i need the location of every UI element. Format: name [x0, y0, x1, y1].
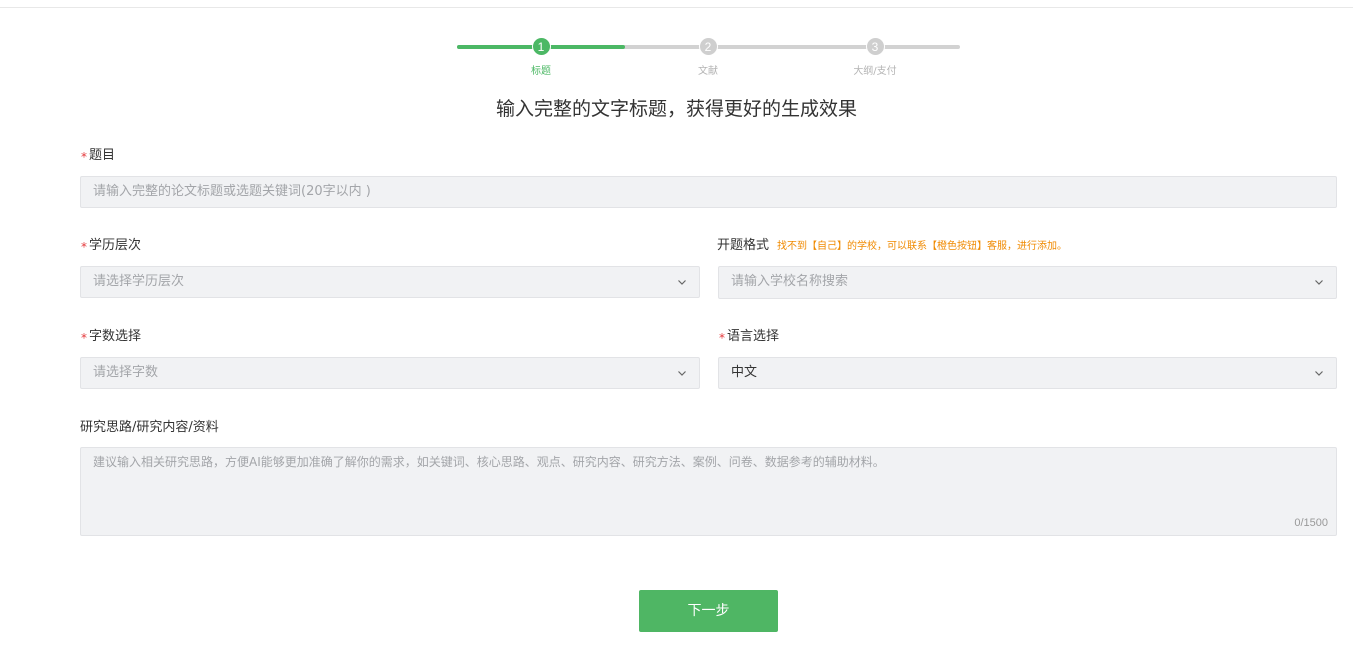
required-mark: * — [719, 331, 725, 345]
language-select-value: 中文 — [731, 365, 758, 380]
format-note: 找不到【自己】的学校，可以联系【橙色按钮】客服，进行添加。 — [777, 241, 1068, 252]
education-label-text: 学历层次 — [89, 238, 142, 253]
research-placeholder: 建议输入相关研究思路，方便AI能够更加准确了解你的需求，如关键词、核心思路、观点… — [93, 455, 885, 469]
word-count-label-text: 字数选择 — [89, 329, 142, 344]
education-select[interactable]: 请选择学历层次 — [80, 266, 700, 298]
next-step-button[interactable]: 下一步 — [639, 590, 778, 632]
word-count-label: * 字数选择 — [81, 325, 142, 345]
step-2: 2 文献 — [668, 37, 748, 77]
title-label: * 题目 — [81, 144, 116, 164]
format-label-text: 开题格式 — [717, 238, 770, 253]
word-count-placeholder: 请选择字数 — [93, 365, 159, 380]
step-progress: 1 标题 2 文献 3 大纲/支付 — [457, 37, 960, 82]
required-mark: * — [81, 150, 87, 164]
word-count-select[interactable]: 请选择字数 — [80, 357, 700, 389]
chevron-down-icon — [677, 368, 687, 378]
title-input[interactable]: 请输入完整的论文标题或选题关键词(20字以内 ) — [80, 176, 1337, 208]
education-select-placeholder: 请选择学历层次 — [93, 274, 185, 289]
education-label: * 学历层次 — [81, 234, 142, 254]
format-label: 开题格式 找不到【自己】的学校，可以联系【橙色按钮】客服，进行添加。 — [717, 234, 1067, 253]
research-textarea[interactable]: 建议输入相关研究思路，方便AI能够更加准确了解你的需求，如关键词、核心思路、观点… — [80, 447, 1337, 536]
language-select[interactable]: 中文 — [718, 357, 1337, 389]
research-label: 研究思路/研究内容/资料 — [80, 420, 219, 435]
char-counter: 0/1500 — [1294, 517, 1328, 529]
chevron-down-icon — [1314, 368, 1324, 378]
chevron-down-icon — [1314, 277, 1324, 287]
step-1: 1 标题 — [501, 37, 581, 77]
step-1-label: 标题 — [531, 66, 551, 77]
title-label-text: 题目 — [89, 148, 116, 163]
step-2-label: 文献 — [698, 66, 718, 77]
language-label-text: 语言选择 — [727, 329, 780, 344]
school-search-select[interactable]: 请输入学校名称搜索 — [718, 266, 1337, 299]
required-mark: * — [81, 240, 87, 254]
required-mark: * — [81, 331, 87, 345]
step-3: 3 大纲/支付 — [835, 37, 915, 77]
language-label: * 语言选择 — [719, 325, 780, 345]
step-3-number: 3 — [865, 37, 885, 56]
step-1-number: 1 — [531, 37, 551, 56]
page-headline: 输入完整的文字标题，获得更好的生成效果 — [495, 98, 857, 120]
step-2-number: 2 — [698, 37, 718, 56]
chevron-down-icon — [677, 277, 687, 287]
step-3-label: 大纲/支付 — [853, 66, 897, 77]
school-search-placeholder: 请输入学校名称搜索 — [731, 274, 849, 289]
header-divider — [0, 7, 1353, 8]
title-input-placeholder: 请输入完整的论文标题或选题关键词(20字以内 ) — [93, 184, 371, 199]
